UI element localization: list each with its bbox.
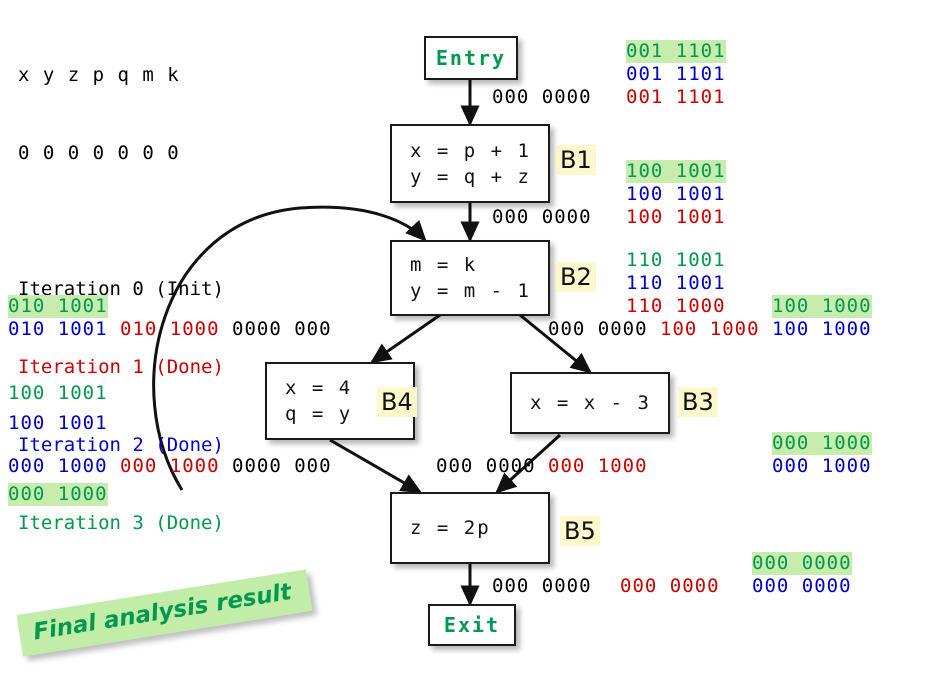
label-entry-out-iter1: 001 1101 <box>626 86 726 108</box>
label-entry-out-iter0: 000 0000 <box>492 86 592 108</box>
label-b4-out-iter2: 000 1000 <box>8 455 108 477</box>
label-b5-out-iter3: 000 0000 <box>752 552 852 575</box>
edge-b2-b4 <box>370 313 441 364</box>
label-b4-out-iter1-left: 000 1000 <box>120 455 220 477</box>
label-b2-out-iter2: 110 1001 <box>626 272 726 294</box>
node-b2-stmt-0: m = k <box>410 254 478 276</box>
diagram-canvas: x y z p q m k 0 0 0 0 0 0 0 Iteration 0 … <box>0 0 932 680</box>
label-b5-out-iter0: 000 0000 <box>492 575 592 597</box>
label-b4-left-iter3-top: 100 1001 <box>8 382 108 404</box>
legend-variables: x y z p q m k <box>18 64 180 86</box>
label-b4-in-iter3: 010 1001 <box>8 295 108 318</box>
label-b2-out-iter3: 110 1001 <box>626 249 726 271</box>
label-entry-out-iter3: 001 1101 <box>626 40 726 63</box>
block-tag-b3: B3 <box>678 387 718 417</box>
node-b3[interactable]: x = x - 3 <box>510 372 670 434</box>
label-b1-out-iter0: 000 0000 <box>492 206 592 228</box>
node-entry-label: Entry <box>435 46 507 70</box>
label-b4-in-iter2: 010 1001 <box>8 318 108 340</box>
label-b2-out-iter1: 110 1000 <box>626 295 726 317</box>
label-b4-out-iter3: 000 1000 <box>8 483 108 506</box>
label-b5-in-iter0: 000 0000 <box>436 455 536 477</box>
node-exit-label: Exit <box>443 613 501 637</box>
node-b5-stmt-0: z = 2p <box>410 517 491 539</box>
node-b1-stmt-0: x = p + 1 <box>410 139 531 162</box>
label-b4-out-iter0-left: 0000 000 <box>232 455 332 477</box>
label-b3-out-iter2: 000 1000 <box>772 455 872 477</box>
node-exit[interactable]: Exit <box>428 604 516 646</box>
node-b5[interactable]: z = 2p <box>390 492 550 564</box>
block-tag-b2: B2 <box>556 262 596 292</box>
node-b2[interactable]: m = k y = m - 1 <box>390 240 550 316</box>
label-b4-in-iter1: 010 1000 <box>120 318 220 340</box>
label-b4-left-iter2-top: 100 1001 <box>8 412 108 434</box>
legend-iteration-3: Iteration 3 (Done) <box>18 512 224 534</box>
label-b3-out-iter3: 000 1000 <box>772 432 872 455</box>
node-b2-stmt-1: y = m - 1 <box>410 280 531 302</box>
label-b5-out-iter2: 000 0000 <box>752 575 852 597</box>
label-b3-in-iter3: 100 1000 <box>772 295 872 318</box>
label-b5-out-iter1: 000 0000 <box>620 575 720 597</box>
label-entry-out-iter2: 001 1101 <box>626 63 726 85</box>
block-tag-b5: B5 <box>560 516 600 546</box>
node-b1[interactable]: x = p + 1 y = q + z <box>390 124 550 203</box>
block-tag-b1: B1 <box>556 145 596 175</box>
label-b4-in-iter0: 0000 000 <box>232 318 332 340</box>
legend-iteration-1: Iteration 1 (Done) <box>18 356 224 378</box>
node-b3-stmt-0: x = x - 3 <box>530 392 651 414</box>
node-b1-stmt-1: y = q + z <box>410 165 531 188</box>
label-b3-in-iter2: 100 1000 <box>772 318 872 340</box>
block-tag-b4: B4 <box>377 387 417 417</box>
edge-b4-b5 <box>329 438 423 494</box>
label-b3-in-iter1: 100 1000 <box>660 318 760 340</box>
label-b1-out-iter1: 100 1001 <box>626 206 726 228</box>
legend-init-bits: 0 0 0 0 0 0 0 <box>18 142 180 164</box>
label-b1-out-iter2: 100 1001 <box>626 183 726 205</box>
label-b1-out-iter3: 100 1001 <box>626 160 726 183</box>
label-b5-in-iter1: 000 1000 <box>548 455 648 477</box>
node-entry[interactable]: Entry <box>424 36 518 80</box>
label-b3-in-iter0: 000 0000 <box>548 318 648 340</box>
